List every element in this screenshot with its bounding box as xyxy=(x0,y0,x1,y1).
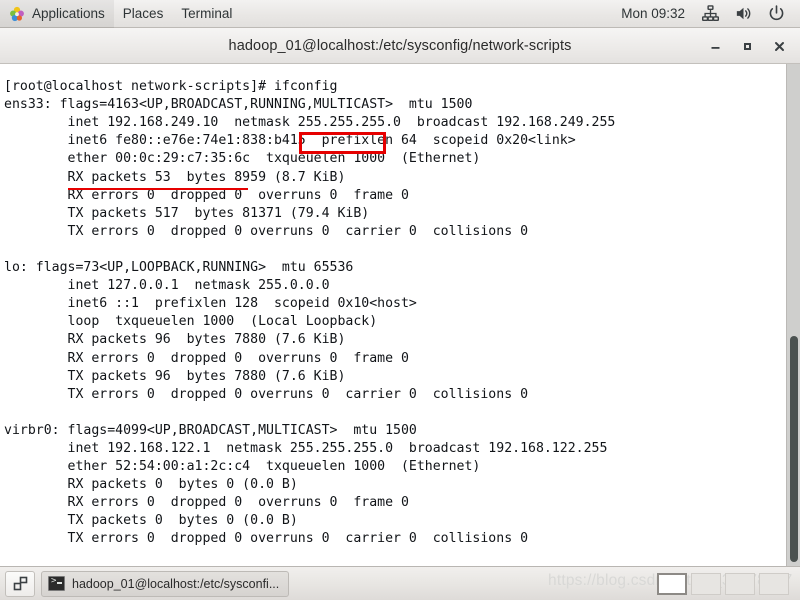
places-menu[interactable]: Places xyxy=(114,0,173,28)
terminal-line: ether 52:54:00:a1:2c:c4 txqueuelen 1000 … xyxy=(4,459,481,475)
fedora-apps-icon xyxy=(9,6,25,22)
terminal-line: RX errors 0 dropped 0 overruns 0 frame 0 xyxy=(4,350,409,366)
workspace-1[interactable] xyxy=(657,572,687,595)
terminal-line: [root@localhost network-scripts]# ifconf… xyxy=(4,79,338,95)
terminal-line: virbr0: flags=4099<UP,BROADCAST,MULTICAS… xyxy=(4,422,417,438)
terminal-label: Terminal xyxy=(181,6,233,21)
terminal-line: inet6 fe80::e76e:74e1:838:b415 prefixlen… xyxy=(4,133,576,149)
terminal-line: inet 192.168.249.10 netmask 255.255.255.… xyxy=(4,115,616,131)
terminal-line: TX packets 517 bytes 81371 (79.4 KiB) xyxy=(4,205,370,221)
terminal-line: TX errors 0 dropped 0 overruns 0 carrier… xyxy=(4,223,529,239)
window-title: hadoop_01@localhost:/etc/sysconfig/netwo… xyxy=(228,37,572,54)
scrollbar-thumb[interactable] xyxy=(790,336,798,562)
window-controls xyxy=(700,28,794,64)
terminal-menu[interactable]: Terminal xyxy=(172,0,241,28)
terminal-line: RX packets 96 bytes 7880 (7.6 KiB) xyxy=(4,332,346,348)
terminal-line: inet 192.168.122.1 netmask 255.255.255.0… xyxy=(4,440,608,456)
taskbar-window-label: hadoop_01@localhost:/etc/sysconfi... xyxy=(72,576,280,591)
terminal-line: RX errors 0 dropped 0 overruns 0 frame 0 xyxy=(4,495,409,511)
volume-icon[interactable] xyxy=(728,0,759,28)
taskbar: hadoop_01@localhost:/etc/sysconfi... xyxy=(0,566,800,600)
close-button[interactable] xyxy=(764,31,794,61)
terminal-line: TX errors 0 dropped 0 overruns 0 carrier… xyxy=(4,386,529,402)
terminal-scrollbar[interactable] xyxy=(786,64,800,566)
workspace-2[interactable] xyxy=(691,572,721,595)
workspace-3[interactable] xyxy=(725,572,755,595)
terminal-line: TX errors 0 dropped 0 overruns 0 carrier… xyxy=(4,531,529,547)
terminal-line: ens33: flags=4163<UP,BROADCAST,RUNNING,M… xyxy=(4,97,473,113)
terminal-line: RX errors 0 dropped 0 overruns 0 frame 0 xyxy=(4,187,409,203)
terminal-line: RX packets 53 bytes 8959 (8.7 KiB) xyxy=(4,169,346,185)
terminal-line: lo: flags=73<UP,LOOPBACK,RUNNING> mtu 65… xyxy=(4,260,354,276)
applications-menu[interactable]: Applications xyxy=(0,0,114,28)
terminal-icon xyxy=(48,576,65,591)
maximize-button[interactable] xyxy=(732,31,762,61)
taskbar-window-button[interactable]: hadoop_01@localhost:/etc/sysconfi... xyxy=(41,570,290,597)
system-tray xyxy=(695,0,800,28)
terminal-output-area[interactable]: [root@localhost network-scripts]# ifconf… xyxy=(0,64,800,566)
window-titlebar[interactable]: hadoop_01@localhost:/etc/sysconfig/netwo… xyxy=(0,28,800,64)
show-desktop-button[interactable] xyxy=(5,570,35,597)
terminal-line: inet6 ::1 prefixlen 128 scopeid 0x10<hos… xyxy=(4,296,417,312)
terminal-line: TX packets 0 bytes 0 (0.0 B) xyxy=(4,513,298,529)
network-icon[interactable] xyxy=(695,0,726,28)
terminal-line: ether 00:0c:29:c7:35:6c txqueuelen 1000 … xyxy=(4,151,481,167)
terminal-text: [root@localhost network-scripts]# ifconf… xyxy=(4,64,779,566)
top-panel: Applications Places Terminal Mon 09:32 xyxy=(0,0,800,28)
terminal-line: inet 127.0.0.1 netmask 255.0.0.0 xyxy=(4,278,330,294)
workspace-4[interactable] xyxy=(759,572,789,595)
terminal-line: TX packets 96 bytes 7880 (7.6 KiB) xyxy=(4,368,346,384)
terminal-line: loop txqueuelen 1000 (Local Loopback) xyxy=(4,314,378,330)
terminal-window: hadoop_01@localhost:/etc/sysconfig/netwo… xyxy=(0,28,800,566)
show-desktop-icon xyxy=(13,576,27,591)
applications-label: Applications xyxy=(32,6,105,21)
terminal-line: RX packets 0 bytes 0 (0.0 B) xyxy=(4,477,298,493)
minimize-button[interactable] xyxy=(700,31,730,61)
clock[interactable]: Mon 09:32 xyxy=(611,6,695,21)
power-icon[interactable] xyxy=(761,0,792,28)
workspace-switcher[interactable] xyxy=(657,572,789,595)
places-label: Places xyxy=(122,6,164,21)
